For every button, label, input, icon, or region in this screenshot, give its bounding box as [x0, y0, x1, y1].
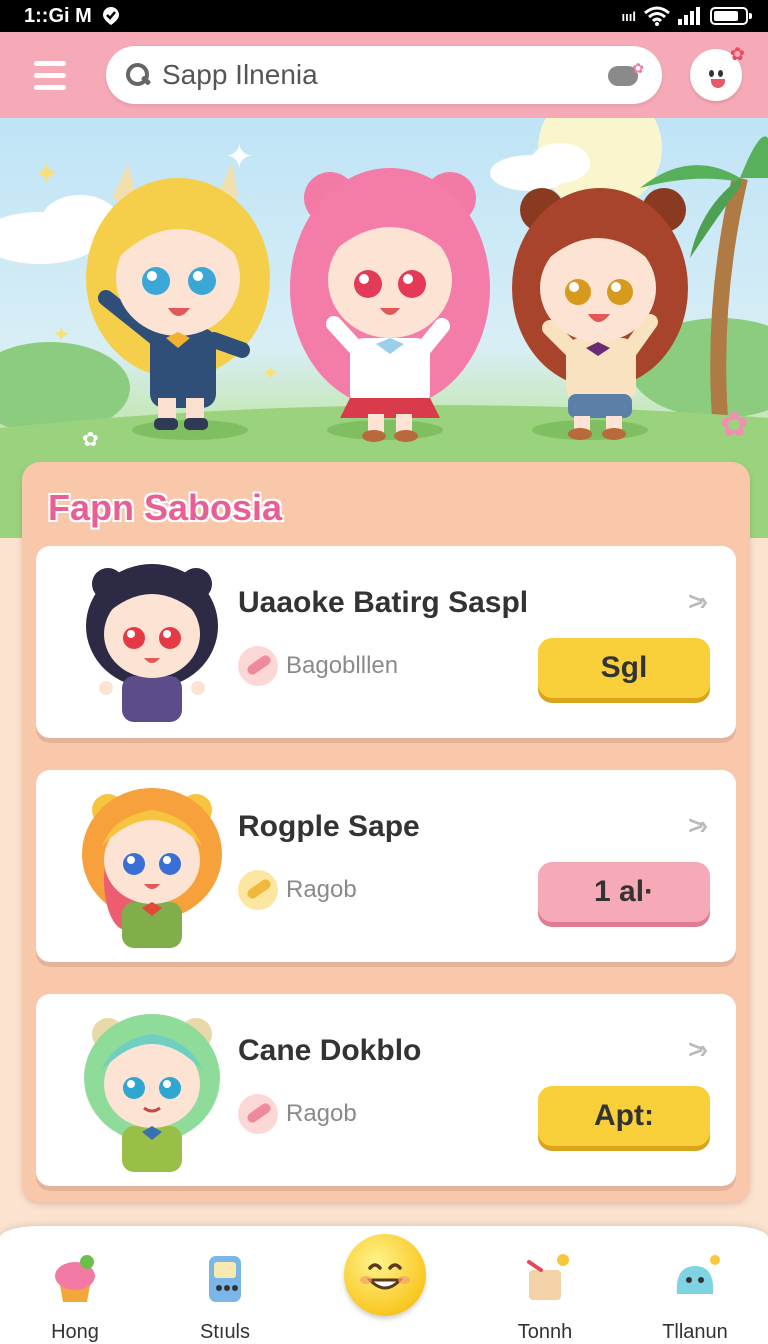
card-subtitle: Ragob	[238, 870, 357, 910]
card-title: Rogple Sape	[238, 810, 420, 843]
status-left: 1::Gi M	[24, 5, 122, 28]
status-right: ıııl	[621, 6, 752, 26]
gift-box-icon	[527, 1254, 569, 1300]
game-card[interactable]: Rogple Sape Ragob >› 1 al·	[36, 770, 736, 962]
search-input[interactable]	[162, 59, 608, 91]
nav-label: Tonnh	[517, 1321, 573, 1343]
card-action-button[interactable]: Sgl	[538, 638, 710, 698]
home-smiley-button[interactable]	[344, 1234, 426, 1316]
status-bar: 1::Gi M ıııl	[0, 0, 768, 32]
status-time: 1::Gi M	[24, 4, 92, 27]
game-card[interactable]: Cane Dokblo Ragob >› Apt:	[36, 994, 736, 1186]
card-subtitle-text: Ragob	[286, 876, 357, 903]
character-avatar-blonde	[82, 788, 222, 948]
chevron-right-icon[interactable]: >›	[688, 810, 708, 841]
card-subtitle: Bagoblllen	[238, 646, 398, 686]
panel-title: Fapn Sabosia	[48, 487, 283, 528]
character-avatar-green-hair	[84, 1014, 220, 1172]
nav-label: Hong	[51, 1321, 99, 1343]
svg-text:✦: ✦	[34, 157, 59, 192]
nav-label: Tllanun	[662, 1321, 728, 1343]
character-pink	[290, 168, 490, 442]
handheld-console-icon	[209, 1256, 241, 1302]
search-icon	[124, 62, 150, 88]
nav-item-hong[interactable]: Hong	[20, 1250, 130, 1344]
blue-creature-icon	[676, 1255, 720, 1294]
card-subtitle: Ragob	[238, 1094, 357, 1134]
svg-text:✿: ✿	[720, 405, 749, 445]
card-title: Uaaoke Batirg Saspl	[238, 586, 529, 619]
app-header: ✿ ✿	[0, 32, 768, 118]
nav-label: Stıuls	[199, 1321, 251, 1343]
chevron-right-icon[interactable]: >›	[688, 586, 708, 617]
hamburger-menu-icon[interactable]	[18, 45, 82, 105]
character-avatar-dark-hair	[86, 564, 218, 722]
location-icon	[102, 7, 119, 25]
svg-text:✦: ✦	[262, 361, 279, 385]
nav-item-tonnh[interactable]: Tonnh	[490, 1250, 600, 1344]
card-subtitle-text: Bagoblllen	[286, 652, 399, 679]
card-subtitle-text: Ragob	[286, 1100, 357, 1127]
profile-avatar[interactable]: ✿	[690, 44, 745, 101]
search-bar[interactable]: ✿	[106, 46, 662, 104]
pencil-tag-icon	[238, 870, 278, 910]
cell-signal-icon	[678, 7, 700, 25]
cupcake-icon	[55, 1255, 95, 1302]
pencil-tag-icon	[238, 1094, 278, 1134]
card-title: Cane Dokblo	[238, 1034, 422, 1067]
gamepad-icon[interactable]: ✿	[608, 60, 644, 88]
wifi-icon	[644, 6, 670, 26]
network-label: ıııl	[621, 8, 636, 24]
pencil-tag-icon	[238, 646, 278, 686]
game-list-panel: Fapn Sabosia Uaaoke Batirg Saspl Bagobll…	[22, 462, 750, 1202]
svg-text:✿: ✿	[82, 427, 99, 451]
battery-icon	[710, 7, 752, 25]
bottom-navigation: Hong Stıuls Tonnh Tllanun	[0, 1226, 768, 1344]
bow-icon: ✿	[729, 44, 745, 64]
chevron-right-icon[interactable]: >›	[688, 1034, 708, 1065]
nav-item-tllanun[interactable]: Tllanun	[640, 1250, 750, 1344]
card-action-button[interactable]: 1 al·	[538, 862, 710, 922]
game-card[interactable]: Uaaoke Batirg Saspl Bagoblllen >› Sgl	[36, 546, 736, 738]
nav-item-stuls[interactable]: Stıuls	[170, 1250, 280, 1344]
smiley-face-icon	[360, 1263, 410, 1290]
card-action-button[interactable]: Apt:	[538, 1086, 710, 1146]
